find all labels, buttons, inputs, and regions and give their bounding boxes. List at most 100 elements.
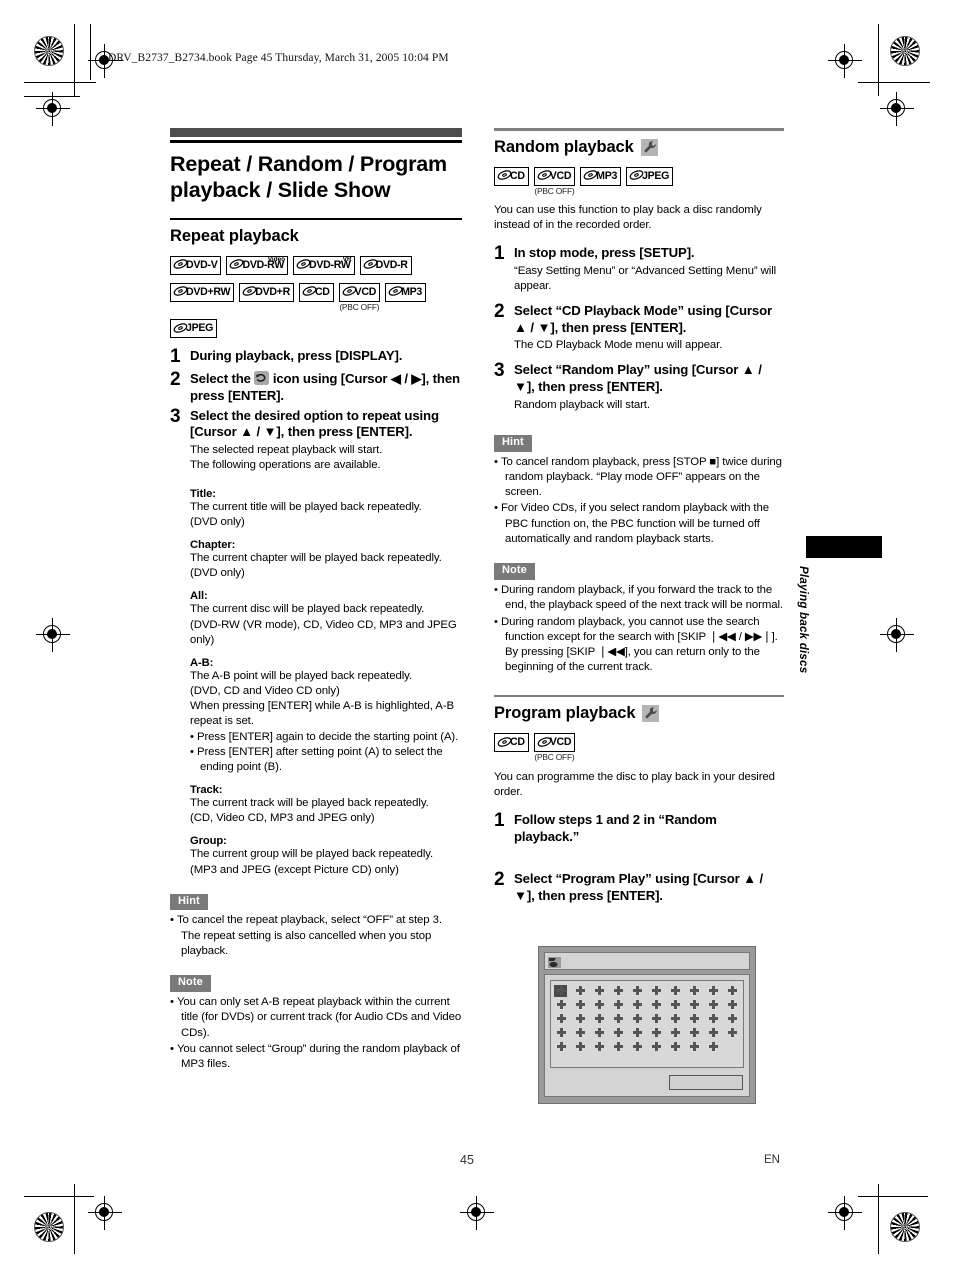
disc-badge-box: DVD-RW VR [293, 255, 355, 275]
repeat-icon [254, 371, 270, 386]
trim-line-top-left-h [24, 82, 96, 84]
mockup-grid-cell[interactable] [595, 985, 604, 995]
mockup-grid-cell[interactable] [614, 985, 623, 995]
mockup-grid-cell[interactable] [652, 985, 661, 995]
section-title-label: Random playback [494, 137, 634, 156]
hint-list: To cancel random playback, press [STOP ■… [494, 455, 784, 548]
mockup-grid-cell[interactable] [709, 1041, 718, 1051]
mockup-input-field[interactable] [669, 1074, 743, 1090]
disc-badge: DVD+RW [170, 282, 235, 302]
mockup-grid-cell[interactable] [633, 1013, 642, 1023]
step-body: Select “CD Playback Mode” using [Cursor … [514, 301, 784, 359]
mockup-grid-cell[interactable] [728, 1027, 737, 1037]
mockup-grid-cell[interactable] [709, 985, 718, 995]
disc-badge-box: MP3 [385, 282, 426, 302]
disc-badge-box: DVD+R [239, 282, 294, 302]
mockup-grid-cell[interactable] [595, 1013, 604, 1023]
mockup-grid-row [557, 1013, 737, 1023]
mockup-grid-cell[interactable] [595, 1027, 604, 1037]
repeat-badge-row-1: DVD-V DVD-RW Video DVD-RW VR DVD-R [170, 255, 462, 281]
mockup-title-bar [544, 951, 750, 970]
registration-mark-top-right [828, 44, 862, 78]
disc-badge-box: CD [494, 733, 529, 753]
mockup-grid-cell[interactable] [652, 1013, 661, 1023]
disc-badge-label: MP3 [596, 169, 618, 182]
registration-mark-bottom-center [460, 1196, 494, 1230]
mockup-grid-cell[interactable] [557, 1027, 566, 1037]
mockup-grid-cell[interactable] [671, 985, 680, 995]
disc-badge-label: VCD [549, 736, 572, 749]
mockup-grid-cell[interactable] [671, 1013, 680, 1023]
mockup-grid-cell[interactable] [709, 1027, 718, 1037]
definition-term: All: [190, 590, 208, 603]
step-number: 1 [170, 346, 181, 368]
callout-item: During random playback, if you forward t… [494, 583, 784, 614]
mockup-grid-cell[interactable] [690, 1013, 699, 1023]
mockup-grid-cell[interactable] [690, 999, 699, 1009]
mockup-grid-cell[interactable] [690, 1027, 699, 1037]
note-list: You can only set A-B repeat playback wit… [170, 995, 462, 1072]
mockup-grid-cell[interactable] [709, 1013, 718, 1023]
page-title: Repeat / Random / Program playback / Sli… [170, 151, 447, 203]
mockup-grid-cell[interactable] [595, 999, 604, 1009]
disc-badge-box: MP3 [580, 166, 622, 186]
mockup-grid-cell[interactable] [633, 985, 642, 995]
mockup-grid-cell[interactable] [652, 1041, 661, 1051]
page-canvas: DRV_B2737_B2734.book Page 45 Thursday, M… [0, 0, 954, 1278]
disc-badge-note: (PBC OFF) [339, 301, 380, 312]
chapter-rule-thin [170, 140, 462, 143]
mockup-grid-row [557, 999, 737, 1009]
callout-item: During random playback, you cannot use t… [494, 615, 784, 676]
mockup-grid-cell[interactable] [614, 1013, 623, 1023]
registration-mark-left-lower [88, 1196, 122, 1230]
program-intro-text: You can programme the disc to play back … [494, 770, 775, 798]
callout-item: To cancel random playback, press [STOP ■… [494, 455, 784, 501]
mockup-grid-cell[interactable] [652, 1027, 661, 1037]
mockup-grid-cell[interactable] [633, 999, 642, 1009]
mockup-grid-cell[interactable] [671, 1027, 680, 1037]
mockup-grid-cell[interactable] [614, 1027, 623, 1037]
step-number: 2 [170, 369, 181, 391]
random-note-callout: Note During random playback, if you forw… [494, 560, 784, 675]
mockup-grid-cell[interactable] [557, 1013, 566, 1023]
definition-term: A-B: [190, 656, 214, 669]
mockup-grid-cell[interactable] [652, 999, 661, 1009]
mockup-grid-cell[interactable] [576, 1013, 585, 1023]
mockup-grid-cell[interactable] [633, 1027, 642, 1037]
disc-badge: MP3 [580, 166, 622, 186]
mockup-grid-cell[interactable] [576, 985, 585, 995]
mockup-grid-cell[interactable] [709, 999, 718, 1009]
mockup-grid-cell[interactable] [576, 1027, 585, 1037]
disc-badge-superscript: Video [267, 255, 286, 263]
mockup-grid-cell[interactable] [671, 999, 680, 1009]
mockup-grid-cell[interactable] [633, 1041, 642, 1051]
definition-text: When pressing [ENTER] while A-B is highl… [190, 700, 454, 728]
page-language-code: EN [764, 1154, 780, 1166]
mockup-grid-cell[interactable] [557, 985, 566, 995]
page-number: 45 [460, 1153, 474, 1167]
mockup-grid-cell[interactable] [671, 1041, 680, 1051]
mockup-grid-cell[interactable] [690, 985, 699, 995]
mockup-grid-cell[interactable] [576, 1041, 585, 1051]
mockup-grid-cell[interactable] [557, 999, 566, 1009]
side-tab-label: Playing back discs [797, 566, 810, 674]
trim-line-top-right-h [858, 82, 930, 84]
random-step-1: 1 In stop mode, press [SETUP]. “Easy Setti… [494, 243, 784, 300]
program-step-1: 1 Follow steps 1 and 2 in “Random playbac… [494, 810, 784, 868]
disc-badge-box: DVD-V [170, 255, 222, 275]
disc-badge: VCD (PBC OFF) [533, 733, 576, 762]
definition-text: (DVD-RW (VR mode), CD, Video CD, MP3 and… [190, 618, 457, 646]
mockup-grid-cell[interactable] [728, 1013, 737, 1023]
disc-badge-box: CD [298, 282, 334, 302]
mockup-grid-cell[interactable] [728, 999, 737, 1009]
disc-badge: DVD-V [170, 255, 222, 275]
disc-badge-label: CD [314, 286, 330, 299]
mockup-grid-cell[interactable] [690, 1041, 699, 1051]
mockup-grid-cell[interactable] [614, 1041, 623, 1051]
mockup-grid-cell[interactable] [728, 985, 737, 995]
halftone-circle-top-left [34, 36, 64, 66]
mockup-grid-cell[interactable] [557, 1041, 566, 1051]
mockup-grid-cell[interactable] [614, 999, 623, 1009]
mockup-grid-cell[interactable] [595, 1041, 604, 1051]
mockup-grid-cell[interactable] [576, 999, 585, 1009]
